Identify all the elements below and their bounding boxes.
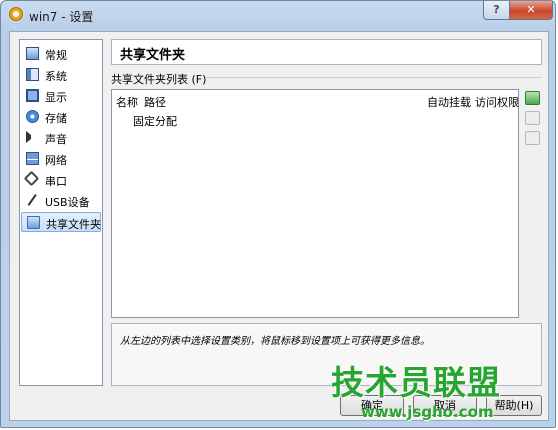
sidebar-item-label: 显示 — [45, 91, 67, 104]
settings-window: win7 - 设置 ? ✕ 常规 系统 显示 存储 声音 网络 串口 USB设备… — [0, 0, 556, 428]
sidebar-item-label: 存储 — [45, 112, 67, 125]
sidebar-item-storage[interactable]: 存储 — [21, 107, 101, 127]
watermark-title: 技术员联盟 — [331, 363, 501, 402]
column-header-access[interactable]: 访问权限 — [475, 94, 519, 110]
system-icon — [26, 68, 39, 81]
folder-icon — [27, 216, 40, 229]
audio-icon — [26, 131, 35, 143]
sidebar-item-label: 共享文件夹 — [46, 218, 101, 231]
sidebar-item-display[interactable]: 显示 — [21, 86, 101, 106]
sidebar-item-label: 常规 — [45, 49, 67, 62]
sidebar-item-usb[interactable]: USB设备 — [21, 191, 101, 211]
sidebar-item-network[interactable]: 网络 — [21, 149, 101, 169]
sidebar-item-label: 系统 — [45, 70, 67, 83]
sidebar-item-serial-port[interactable]: 串口 — [21, 170, 101, 190]
edit-folder-icon[interactable] — [525, 111, 540, 125]
sidebar-item-label: 网络 — [45, 154, 67, 167]
title-bar[interactable]: win7 - 设置 ? ✕ — [1, 1, 555, 29]
sidebar-item-shared-folders[interactable]: 共享文件夹 — [21, 212, 101, 232]
gear-icon — [9, 7, 23, 21]
sidebar-item-label: 串口 — [45, 175, 67, 188]
storage-icon — [26, 110, 39, 123]
help-title-button[interactable]: ? — [483, 1, 510, 20]
sidebar-item-general[interactable]: 常规 — [21, 44, 101, 64]
sidebar-item-label: USB设备 — [45, 196, 90, 209]
close-button[interactable]: ✕ — [509, 1, 553, 20]
group-divider — [206, 77, 542, 78]
watermark-url: www.jsgho.com — [361, 403, 494, 421]
network-icon — [26, 152, 39, 165]
add-folder-icon[interactable] — [525, 91, 540, 105]
serial-port-icon — [23, 170, 40, 187]
usb-icon — [27, 194, 39, 207]
sidebar-item-label: 声音 — [45, 133, 67, 146]
list-item[interactable]: 固定分配 — [133, 113, 177, 129]
page-title: 共享文件夹 — [120, 48, 186, 63]
settings-category-list: 常规 系统 显示 存储 声音 网络 串口 USB设备 共享文件夹 — [19, 39, 103, 386]
display-icon — [26, 89, 39, 102]
sidebar-item-audio[interactable]: 声音 — [21, 128, 101, 148]
window-title: win7 - 设置 — [29, 10, 94, 24]
column-header-path[interactable]: 路径 — [144, 94, 166, 110]
shared-folders-list[interactable]: 名称 路径 自动挂载 访问权限 固定分配 — [111, 89, 519, 318]
shared-folders-list-label: 共享文件夹列表 (F) — [111, 73, 207, 86]
info-text: 从左边的列表中选择设置类别，将鼠标移到设置项上可获得更多信息。 — [120, 336, 430, 347]
sidebar-item-system[interactable]: 系统 — [21, 65, 101, 85]
general-icon — [26, 47, 39, 60]
column-header-name[interactable]: 名称 — [116, 94, 138, 110]
page-title-box: 共享文件夹 — [111, 39, 542, 65]
remove-folder-icon[interactable] — [525, 131, 540, 145]
column-header-automount[interactable]: 自动挂载 — [427, 94, 471, 110]
